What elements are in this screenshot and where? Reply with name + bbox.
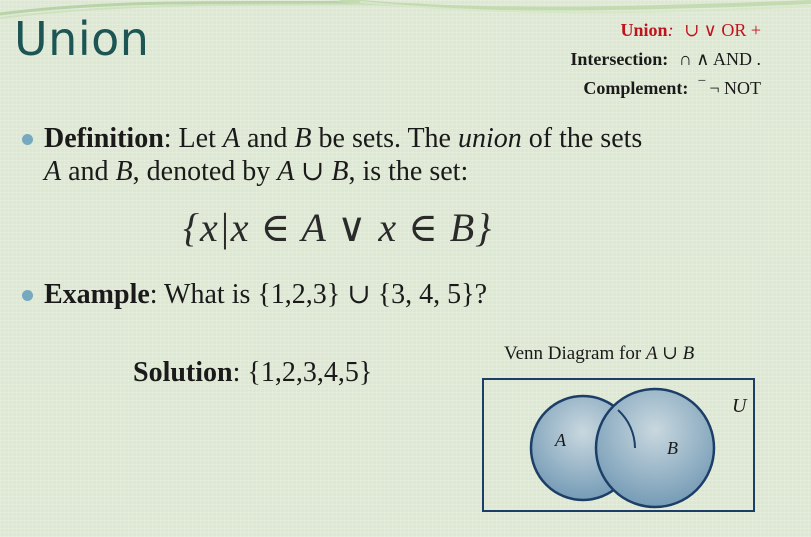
venn-caption-expr: A ∪ B (645, 343, 695, 364)
definition-bullet: Definition: Let A and B be sets. The uni… (22, 122, 782, 188)
legend-complement-symbols: ‾ ¬ NOT (698, 78, 761, 98)
venn-caption: Venn Diagram for A ∪ B (504, 342, 694, 365)
set-builder-formula: {x|x ∈ A ∨ x ∈ B} (183, 205, 493, 250)
venn-diagram: U A B (529, 387, 748, 509)
venn-universe-box: U A B (482, 378, 755, 512)
venn-set-b-circle (594, 387, 716, 509)
legend-union-symbols: ∪ ∨ OR + (684, 20, 761, 40)
definition-part: : Let (163, 123, 223, 154)
definition-label: Definition (44, 123, 164, 154)
set-b-var: B (294, 123, 312, 154)
venn-set-a-label: A (554, 430, 567, 450)
legend-intersection-row: Intersection: ∩ ∧ AND . (570, 45, 761, 74)
example-text: Example: What is {1,2,3} ∪ {3, 4, 5}? (44, 278, 782, 311)
definition-part: , denoted by (132, 156, 278, 187)
definition-part: be sets. The (311, 123, 458, 154)
definition-part: and (239, 123, 295, 154)
legend-complement-label: Complement: (583, 78, 689, 98)
slide-title: Union (14, 12, 150, 66)
bullet-dot-icon (22, 290, 33, 301)
venn-set-b-label: B (667, 438, 678, 458)
example-label: Example (44, 279, 150, 310)
definition-part: of the sets (521, 123, 643, 154)
union-expression: A ∪ B (277, 156, 349, 187)
solution-label: Solution (133, 357, 233, 388)
legend-union-colon: : (667, 20, 674, 40)
venn-caption-prefix: Venn Diagram for (504, 343, 646, 364)
union-term: union (457, 123, 522, 154)
definition-text: Definition: Let A and B be sets. The uni… (44, 122, 782, 188)
definition-part: , is the set: (348, 156, 469, 187)
legend-union-row: Union: ∪ ∨ OR + (570, 16, 761, 45)
set-b-var: B (115, 156, 133, 187)
example-question: : What is {1,2,3} ∪ {3, 4, 5}? (149, 279, 488, 310)
example-bullet: Example: What is {1,2,3} ∪ {3, 4, 5}? (22, 278, 782, 311)
legend-union-label: Union (620, 20, 668, 40)
definition-part: and (61, 156, 116, 187)
solution-answer: : {1,2,3,4,5} (232, 357, 373, 388)
solution: Solution: {1,2,3,4,5} (133, 357, 372, 389)
legend-intersection-label: Intersection: (570, 49, 669, 69)
set-a-var: A (44, 156, 62, 187)
venn-universe-label: U (732, 395, 748, 417)
bullet-dot-icon (22, 134, 33, 145)
legend-complement-row: Complement: ‾ ¬ NOT (570, 74, 761, 103)
operator-legend: Union: ∪ ∨ OR + Intersection: ∩ ∧ AND . … (570, 16, 761, 103)
set-a-var: A (222, 123, 240, 154)
legend-intersection-symbols: ∩ ∧ AND . (678, 49, 761, 69)
